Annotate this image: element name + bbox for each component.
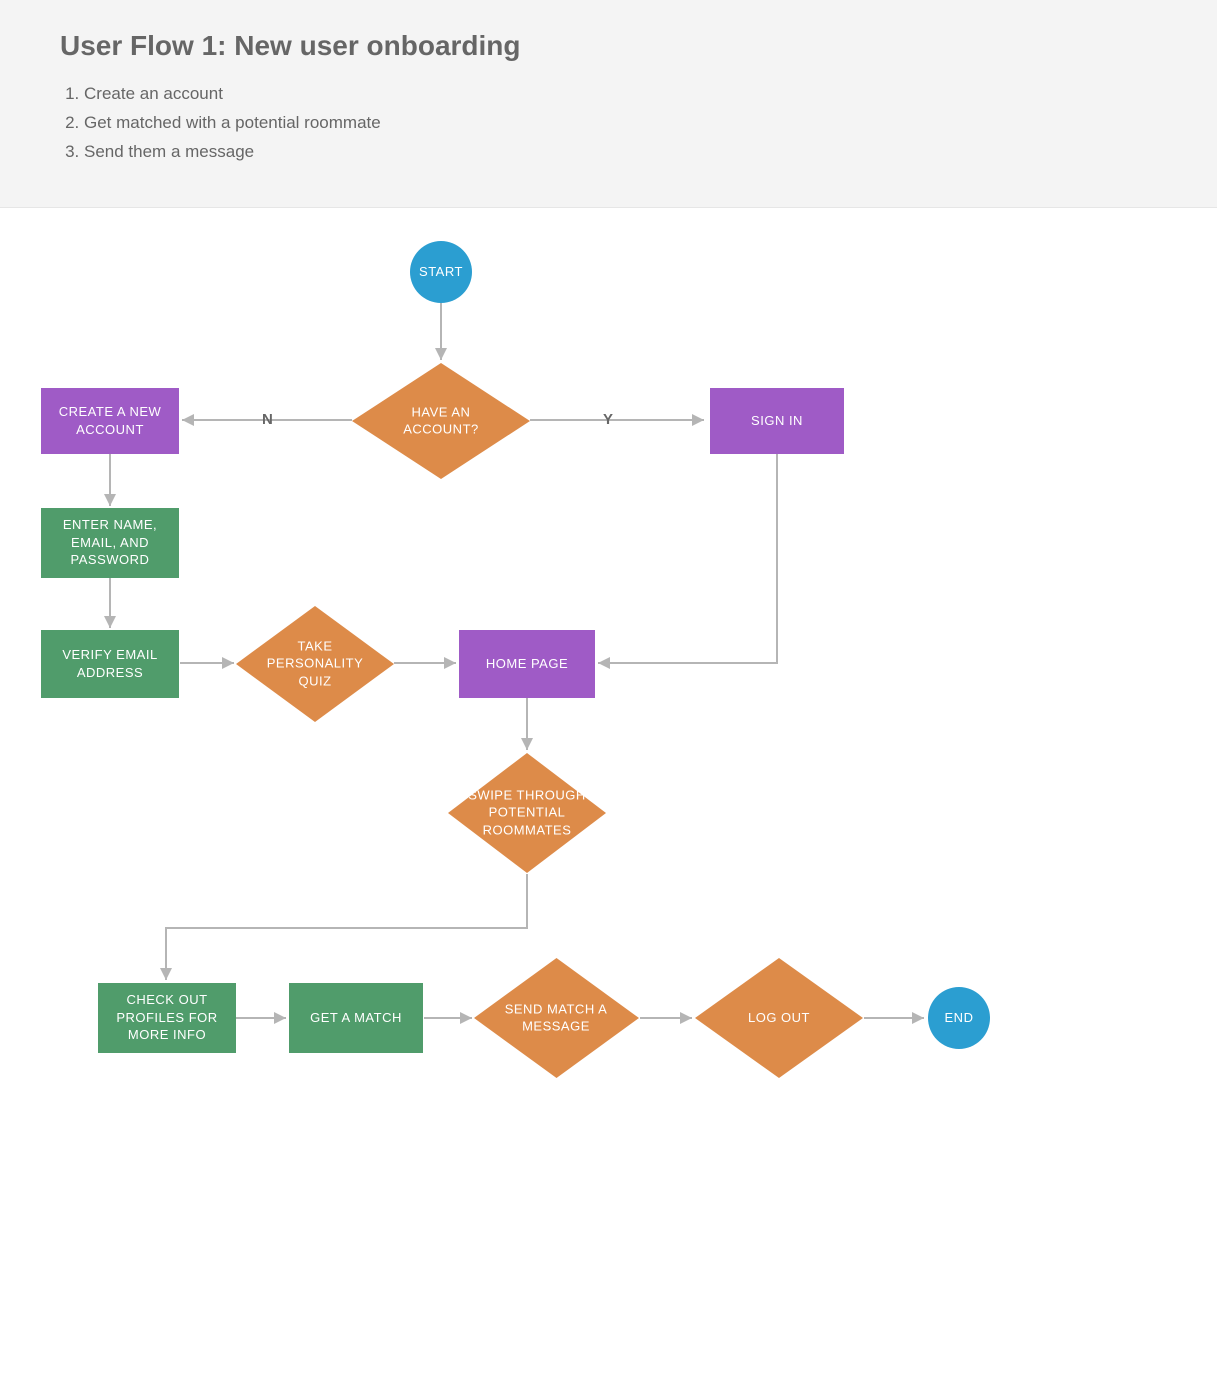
home-page-node: HOME PAGE [459,630,595,698]
verify-email-node: VERIFY EMAIL ADDRESS [41,630,179,698]
start-node: START [410,241,472,303]
edge-no-label: N [262,411,273,428]
create-account-label: CREATE A NEW ACCOUNT [55,403,165,438]
steps-list: Create an account Get matched with a pot… [60,80,1157,167]
edge-yes-label: Y [603,411,613,428]
step-item: Send them a message [84,138,1157,167]
create-account-node: CREATE A NEW ACCOUNT [41,388,179,454]
send-message-label: SEND MATCH A MESSAGE [496,1000,616,1035]
end-node: END [928,987,990,1049]
get-match-node: GET A MATCH [289,983,423,1053]
step-item: Get matched with a potential roommate [84,109,1157,138]
check-profiles-node: CHECK OUT PROFILES FOR MORE INFO [98,983,236,1053]
enter-credentials-label: ENTER NAME, EMAIL, AND PASSWORD [55,516,165,569]
header: User Flow 1: New user onboarding Create … [0,0,1217,208]
have-account-label: HAVE AN ACCOUNT? [381,403,501,438]
sign-in-node: SIGN IN [710,388,844,454]
check-profiles-label: CHECK OUT PROFILES FOR MORE INFO [112,991,222,1044]
end-label: END [945,1010,974,1025]
step-item: Create an account [84,80,1157,109]
flowchart-canvas: START HAVE AN ACCOUNT? N Y SIGN IN CREAT… [0,208,1217,1378]
verify-email-label: VERIFY EMAIL ADDRESS [55,646,165,681]
flow-arrows [0,208,1217,1378]
start-label: START [419,264,463,279]
take-quiz-label: TAKE PERSONALITY QUIZ [255,637,375,690]
get-match-label: GET A MATCH [310,1009,402,1027]
page-title: User Flow 1: New user onboarding [60,30,1157,62]
log-out-label: LOG OUT [729,1009,829,1027]
home-page-label: HOME PAGE [486,655,568,673]
swipe-roommates-label: SWIPE THROUGH POTENTIAL ROOMMATES [452,786,602,839]
enter-credentials-node: ENTER NAME, EMAIL, AND PASSWORD [41,508,179,578]
sign-in-label: SIGN IN [751,412,803,430]
